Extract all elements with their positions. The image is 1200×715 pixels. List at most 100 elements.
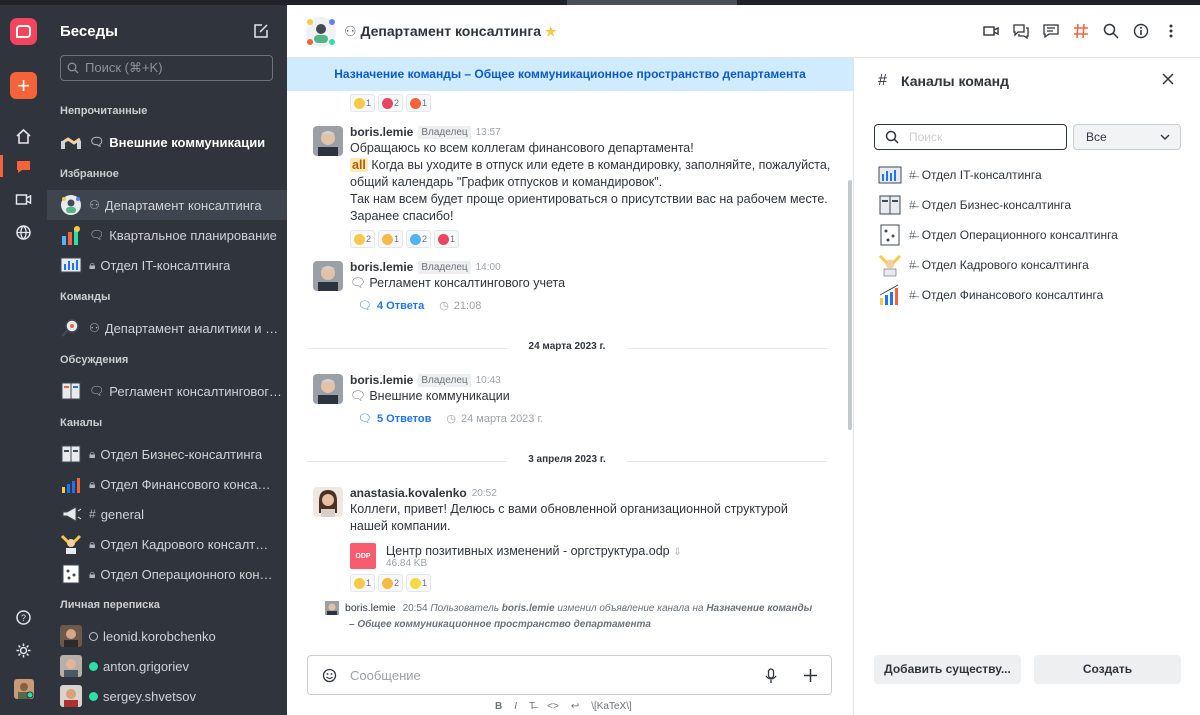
team-channel-item[interactable]: #̶ Отдел IT-консалтинга (878, 163, 1042, 187)
sidebar-item-business-consulting[interactable]: 🔒︎ Отдел Бизнес-консалтинга (47, 439, 287, 469)
user-avatar[interactable] (12, 677, 35, 700)
sidebar-item-it-consulting[interactable]: 🔒︎ Отдел IT-консалтинга (47, 250, 287, 280)
reaction-starstruck[interactable]: 1 (350, 94, 376, 112)
message-composer[interactable]: Сообщение (307, 655, 832, 695)
bar-chart-avatar-icon (60, 473, 82, 495)
sidebar-title: Беседы (60, 23, 118, 40)
panel-title: Каналы команд (901, 73, 1009, 89)
sidebar-item-quarterly-planning[interactable]: 🗨 Квартальное планирование (47, 220, 287, 250)
sidebar-item-general[interactable]: # general (47, 499, 287, 529)
system-author[interactable]: boris.lemie (345, 602, 396, 614)
mention-all[interactable]: all (350, 158, 368, 172)
avatar[interactable] (313, 261, 343, 291)
home-icon[interactable] (12, 125, 35, 148)
announcement-banner[interactable]: Назначение команды – Общее коммуникацион… (287, 58, 853, 91)
discussions-icon[interactable] (1012, 22, 1030, 40)
chats-icon[interactable] (12, 155, 35, 178)
sidebar-item-ops-consulting[interactable]: 🔒︎ Отдел Операционного консалтинга (47, 559, 287, 589)
avatar[interactable] (325, 601, 339, 615)
sidebar-item-label: leonid.korobchenko (103, 628, 216, 644)
reaction-raised-hands[interactable]: 1 (350, 574, 376, 592)
message-time: 13:57 (475, 126, 501, 138)
download-icon[interactable]: ⇩ (673, 547, 681, 558)
strike-button[interactable]: T̶ (529, 701, 535, 712)
close-icon[interactable] (1161, 72, 1175, 89)
reaction-beach[interactable]: 2 (406, 230, 432, 248)
kebab-menu-icon[interactable] (1162, 22, 1180, 40)
bold-button[interactable]: B (495, 701, 502, 712)
team-channel-item[interactable]: #̶ Отдел Кадрового консалтинга (878, 253, 1089, 277)
section-discussions: Обсуждения (60, 354, 129, 366)
sidebar-item-hr-consulting[interactable]: 🔒︎ Отдел Кадрового консалтинга (47, 529, 287, 559)
team-channel-label: Отдел Операционного консалтинга (921, 228, 1118, 242)
sidebar-search-input[interactable]: Поиск (⌘+K) (60, 55, 273, 81)
app-logo-icon[interactable] (10, 18, 37, 45)
room-header: ⚇ Департамент консалтинга ★ (287, 5, 1200, 58)
channel-search-input[interactable]: Поиск (874, 124, 1067, 150)
microphone-icon[interactable] (764, 668, 778, 687)
megaphone-avatar-icon (60, 503, 82, 525)
message-author[interactable]: boris.lemie (350, 125, 413, 139)
sidebar-item-label: Регламент консалтингового учета (109, 383, 284, 399)
search-icon[interactable] (1102, 22, 1120, 40)
file-name[interactable]: Центр позитивных изменений - оргструктур… (386, 544, 670, 558)
add-existing-button[interactable]: Добавить существу... (874, 655, 1021, 684)
video-call-icon[interactable] (12, 188, 35, 211)
team-icon: ⚇ (89, 321, 100, 335)
favorite-star-icon[interactable]: ★ (545, 24, 557, 39)
reaction-sparkles[interactable]: 1 (406, 574, 432, 592)
emoji-icon[interactable] (322, 668, 337, 686)
sidebar-item-dm-sergey[interactable]: sergey.shvetsov (47, 681, 287, 711)
sidebar-item-dm-anton[interactable]: anton.grigoriev (47, 651, 287, 681)
sidebar-item-dm-leonid[interactable]: leonid.korobchenko (47, 621, 287, 651)
team-channel-item[interactable]: #̶ Отдел Финансового консалтинга (878, 283, 1103, 307)
reaction-ok-hand[interactable]: 2 (350, 230, 376, 248)
create-new-button[interactable]: + (10, 72, 37, 99)
thread-reply-count[interactable]: 4 Ответа (377, 300, 424, 312)
video-call-icon[interactable] (982, 22, 1000, 40)
sidebar-item-consulting-dept[interactable]: ⚇ Департамент консалтинга (47, 190, 287, 220)
settings-gear-icon[interactable] (12, 639, 35, 662)
thread-summary[interactable]: 🗨 5 Ответов ◷ 24 марта 2023 г. (358, 412, 833, 426)
team-channel-label: Отдел IT-консалтинга (921, 168, 1042, 182)
sidebar-item-label: general (100, 506, 145, 522)
sidebar-item-accounting-rules[interactable]: 🗨 Регламент консалтингового учета (47, 376, 287, 406)
avatar[interactable] (313, 126, 343, 156)
team-channel-item[interactable]: #̶ Отдел Операционного консалтинга (878, 223, 1118, 247)
threads-icon[interactable] (1042, 22, 1060, 40)
message-author[interactable]: boris.lemie (350, 260, 413, 274)
globe-icon[interactable] (12, 221, 35, 244)
room-avatar[interactable] (305, 16, 337, 48)
team-icon: ⚇ (89, 198, 100, 212)
message-author[interactable]: boris.lemie (350, 373, 413, 387)
team-channel-item[interactable]: #̶ Отдел Бизнес-консалтинга (878, 193, 1071, 217)
help-icon[interactable]: ? (12, 606, 35, 629)
reaction-target[interactable]: 2 (378, 94, 404, 112)
multiline-button[interactable]: ↩ (571, 701, 579, 712)
compose-edit-icon[interactable] (253, 23, 271, 41)
sidebar-item-finance-consulting[interactable]: 🔒︎ Отдел Финансового консалтинга (47, 469, 287, 499)
sidebar-item-external-comms[interactable]: 🗨 Внешние коммуникации (47, 127, 287, 157)
thread-summary[interactable]: 🗨 4 Ответа ◷ 21:08 (358, 299, 833, 313)
channel-filter-select[interactable]: Все (1073, 124, 1181, 150)
magnifier-avatar-icon (60, 317, 82, 339)
avatar[interactable] (313, 374, 343, 404)
reaction-explosion[interactable]: 1 (406, 94, 432, 112)
info-icon[interactable] (1132, 22, 1150, 40)
team-channels-icon[interactable] (1072, 22, 1090, 40)
reaction-umbrella[interactable]: 1 (434, 230, 460, 248)
add-attachment-icon[interactable] (803, 668, 818, 686)
avatar (60, 655, 82, 677)
reaction-thumbs-up[interactable]: 2 (378, 574, 404, 592)
italic-button[interactable]: I (514, 701, 517, 712)
sidebar-item-analytics-dept[interactable]: ⚇ Департамент аналитики и исследований (47, 313, 287, 343)
katex-button[interactable]: \[KaTeX\] (591, 701, 632, 712)
avatar[interactable] (313, 487, 343, 517)
message-list-scrollbar[interactable] (848, 180, 852, 430)
create-button[interactable]: Создать (1034, 655, 1181, 684)
message-author[interactable]: anastasia.kovalenko (350, 486, 467, 500)
reaction-thumbs-up[interactable]: 1 (378, 230, 404, 248)
thread-reply-count[interactable]: 5 Ответов (377, 413, 431, 425)
code-button[interactable]: <> (547, 701, 559, 712)
file-attachment[interactable]: ODP Центр позитивных изменений - оргстру… (350, 543, 833, 569)
